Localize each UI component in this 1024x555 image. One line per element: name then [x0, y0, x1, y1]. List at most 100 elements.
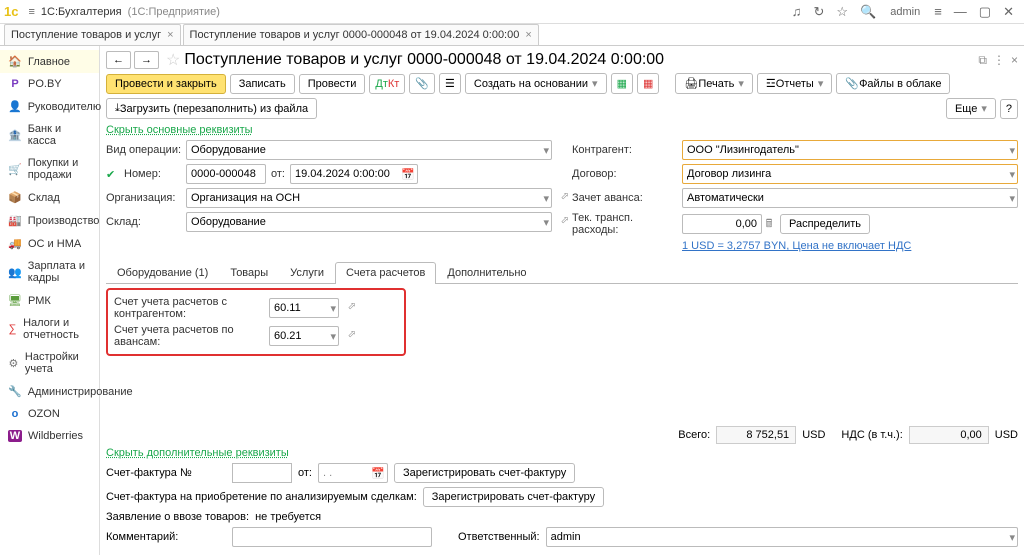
sidebar-item-sales[interactable]: 🛒Покупки и продажи	[0, 152, 99, 186]
number-input[interactable]: 0000-000048	[186, 164, 266, 184]
tab-equipment[interactable]: Оборудование (1)	[106, 262, 219, 283]
chevron-down-icon[interactable]: ▾	[330, 302, 336, 315]
sidebar-item-main[interactable]: 🏠Главное	[0, 50, 99, 73]
doc-tab[interactable]: Поступление товаров и услуг×	[4, 24, 181, 45]
action-toolbar: Провести и закрыть Записать Провести ДтК…	[106, 73, 1018, 119]
bell-icon[interactable]: ♫	[792, 4, 802, 19]
vat-label: НДС (в т.ч.):	[841, 429, 902, 441]
favorite-icon[interactable]: ☆	[166, 50, 180, 70]
pdf-icon[interactable]: ▦	[637, 73, 659, 94]
chevron-down-icon[interactable]: ▾	[1009, 531, 1015, 544]
responsible-input[interactable]: admin▾⬀	[546, 527, 1018, 547]
chevron-down-icon[interactable]: ▾	[1009, 168, 1015, 181]
calendar-icon[interactable]: 📅	[371, 467, 385, 480]
close-tab-icon[interactable]: ×	[167, 29, 173, 41]
menu-icon[interactable]: ≡	[28, 6, 34, 18]
invoice-no-input[interactable]	[232, 463, 292, 483]
open-icon[interactable]: ⬀	[561, 215, 569, 226]
invoice2-label: Счет-фактура на приобретение по анализир…	[106, 492, 417, 503]
help-button[interactable]: ?	[1000, 99, 1018, 119]
doc-tab[interactable]: Поступление товаров и услуг 0000-000048 …	[183, 24, 539, 45]
create-based-button[interactable]: Создать на основании▾	[465, 73, 607, 94]
invoice-date-input[interactable]: . .📅	[318, 463, 388, 483]
open-icon[interactable]: ⬀	[348, 301, 356, 312]
sidebar-item-manager[interactable]: 👤Руководителю	[0, 95, 99, 118]
contract-input[interactable]: Договор лизинга▾⬀	[682, 164, 1018, 184]
contract-label: Договор:	[572, 168, 682, 180]
chevron-down-icon[interactable]: ▾	[330, 330, 336, 343]
post-close-button[interactable]: Провести и закрыть	[106, 74, 226, 94]
calc-icon[interactable]: 🖩	[762, 215, 776, 234]
files-button[interactable]: 📎 Файлы в облаке	[836, 73, 950, 94]
tab-services[interactable]: Услуги	[279, 262, 335, 283]
counterparty-input[interactable]: ООО "Лизингодатель"▾⬀	[682, 140, 1018, 160]
calendar-icon[interactable]: 📅	[401, 168, 415, 181]
maximize-icon[interactable]: ▢	[979, 4, 991, 20]
close-tab-icon[interactable]: ×	[525, 29, 531, 41]
sidebar-item-warehouse[interactable]: 📦Склад	[0, 186, 99, 209]
chevron-down-icon[interactable]: ▾	[543, 216, 549, 229]
sidebar-item-production[interactable]: 🏭Производство	[0, 209, 99, 232]
op-type-input[interactable]: Оборудование▾	[186, 140, 552, 160]
sidebar-item-rmk[interactable]: 🖥РМК	[0, 289, 99, 312]
history-icon[interactable]: ↻	[813, 4, 824, 20]
poby-icon: Р	[8, 78, 22, 90]
chevron-down-icon[interactable]: ▾	[1009, 144, 1015, 157]
close-window-icon[interactable]: ✕	[1003, 4, 1014, 20]
chevron-down-icon[interactable]: ▾	[1009, 192, 1015, 205]
nav-back-button[interactable]: ←	[106, 51, 131, 69]
transp-input[interactable]: 0,00	[682, 214, 762, 234]
sidebar-item-payroll[interactable]: 👥Зарплата и кадры	[0, 255, 99, 289]
date-input[interactable]: 19.04.2024 0:00:00📅	[290, 164, 418, 184]
search-icon[interactable]: 🔍	[860, 4, 876, 20]
distribute-button[interactable]: Распределить	[780, 214, 870, 234]
rate-link[interactable]: 1 USD = 3,2757 BYN, Цена не включает НДС	[682, 240, 911, 252]
hide-additional-link[interactable]: Скрыть дополнительные реквизиты	[106, 447, 1018, 459]
window-menu-icon[interactable]: ≡	[934, 4, 942, 19]
print-button[interactable]: 🖨 Печать▾	[675, 73, 753, 94]
comment-input[interactable]	[232, 527, 432, 547]
chevron-down-icon[interactable]: ▾	[543, 192, 549, 205]
tab-additional[interactable]: Дополнительно	[436, 262, 537, 283]
tab-accounts[interactable]: Счета расчетов	[335, 262, 436, 284]
sidebar-item-admin[interactable]: 🔧Администрирование	[0, 380, 99, 403]
close-page-icon[interactable]: ×	[1011, 53, 1018, 67]
manager-icon: 👤	[8, 100, 22, 113]
chevron-down-icon[interactable]: ▾	[543, 144, 549, 157]
account1-input[interactable]: 60.11▾⬀	[269, 298, 339, 318]
register-invoice2-button[interactable]: Зарегистрировать счет-фактуру	[423, 487, 604, 507]
open-icon[interactable]: ⬀	[561, 191, 569, 202]
sidebar-item-settings[interactable]: ⚙Настройки учета	[0, 346, 99, 380]
transp-label: Тек. трансп. расходы:	[572, 212, 682, 236]
star-icon[interactable]: ☆	[836, 4, 848, 20]
warehouse-input[interactable]: Оборудование▾⬀	[186, 212, 552, 232]
sidebar-item-wb[interactable]: WWildberries	[0, 425, 99, 447]
kebab-icon[interactable]: ⋮	[993, 53, 1005, 67]
post-button[interactable]: Провести	[299, 74, 366, 94]
sidebar-item-ozon[interactable]: oOZON	[0, 403, 99, 425]
excel-icon[interactable]: ▦	[611, 73, 633, 94]
reports-button[interactable]: ☲ Отчеты▾	[757, 73, 832, 94]
advance-input[interactable]: Автоматически▾	[682, 188, 1018, 208]
sidebar-item-poby[interactable]: РPO.BY	[0, 73, 99, 95]
advance-label: Зачет аванса:	[572, 192, 682, 204]
load-file-button[interactable]: ⤓ Загрузить (перезаполнить) из файла	[106, 98, 317, 119]
register-invoice-button[interactable]: Зарегистрировать счет-фактуру	[394, 463, 575, 483]
org-input[interactable]: Организация на ОСН▾⬀	[186, 188, 552, 208]
clip-icon[interactable]: 📎	[409, 73, 435, 94]
sidebar-item-assets[interactable]: 🚚ОС и НМА	[0, 232, 99, 255]
list-icon[interactable]: ☰	[439, 73, 461, 94]
open-window-icon[interactable]: ⧉	[978, 53, 987, 68]
account2-input[interactable]: 60.21▾⬀	[269, 326, 339, 346]
more-button[interactable]: Еще▾	[946, 98, 996, 119]
nav-fwd-button[interactable]: →	[134, 51, 159, 69]
open-icon[interactable]: ⬀	[348, 329, 356, 340]
dt-kt-icon[interactable]: ДтКт	[369, 74, 405, 94]
minimize-icon[interactable]: —	[954, 4, 967, 19]
total-label: Всего:	[678, 429, 710, 441]
sidebar-item-bank[interactable]: 🏦Банк и касса	[0, 118, 99, 152]
write-button[interactable]: Записать	[230, 74, 295, 94]
hide-main-link[interactable]: Скрыть основные реквизиты	[106, 124, 1018, 136]
sidebar-item-taxes[interactable]: ∑Налоги и отчетность	[0, 312, 99, 346]
tab-goods[interactable]: Товары	[219, 262, 279, 283]
